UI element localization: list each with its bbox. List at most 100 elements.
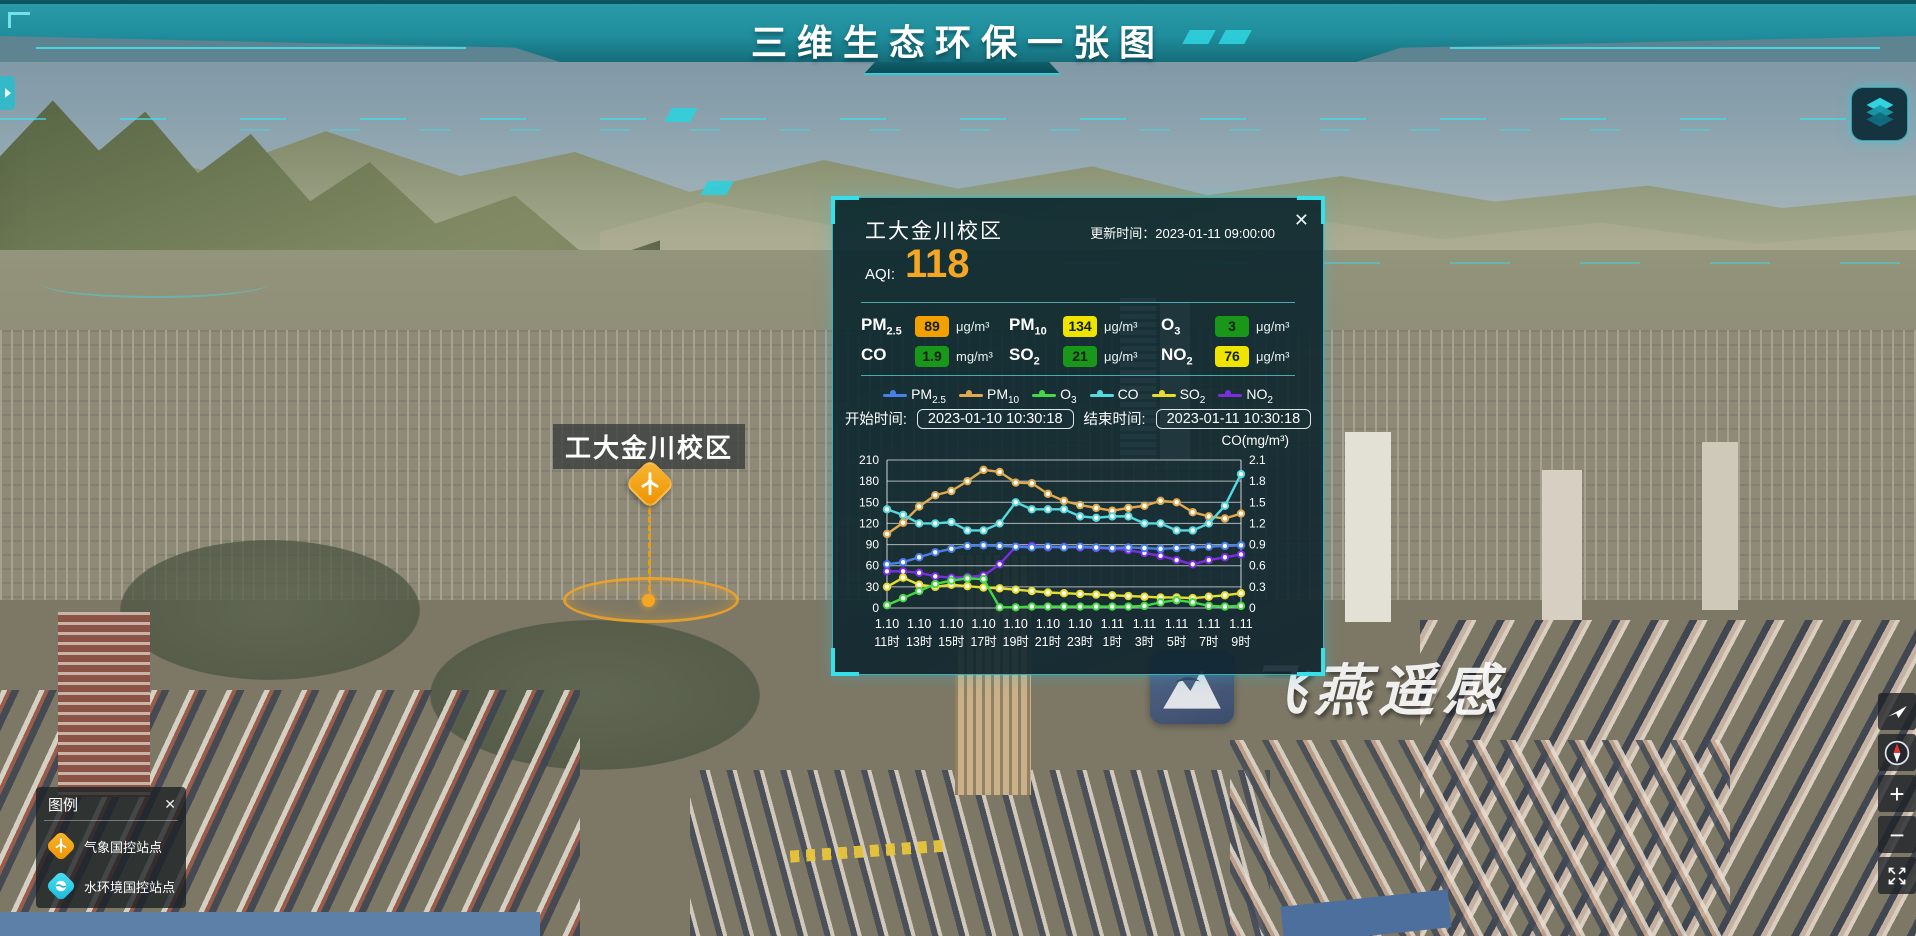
data-point-CO[interactable] [1045,506,1051,512]
data-point-PM2.5[interactable] [916,554,922,560]
data-point-PM2.5[interactable] [1173,545,1179,551]
data-point-SO2[interactable] [1029,588,1035,594]
data-point-PM2.5[interactable] [1061,544,1067,550]
data-point-NO2[interactable] [1238,551,1244,557]
data-point-NO2[interactable] [884,568,890,574]
data-point-O3[interactable] [900,595,906,601]
data-point-O3[interactable] [1222,603,1228,609]
legend-item-water[interactable]: 水环境国控站点 [46,871,186,901]
data-point-O3[interactable] [1125,603,1131,609]
chart-legend-co[interactable]: CO [1090,386,1139,406]
data-point-CO[interactable] [980,527,986,533]
data-point-PM10[interactable] [1173,499,1179,505]
data-point-PM2.5[interactable] [1157,546,1163,552]
data-point-SO2[interactable] [964,583,970,589]
data-point-PM2.5[interactable] [1238,542,1244,548]
data-point-O3[interactable] [1238,603,1244,609]
data-point-SO2[interactable] [1125,593,1131,599]
data-point-NO2[interactable] [932,573,938,579]
data-point-PM10[interactable] [900,520,906,526]
data-point-CO[interactable] [1157,520,1163,526]
data-point-CO[interactable] [916,520,922,526]
data-point-PM10[interactable] [1190,509,1196,515]
data-point-PM2.5[interactable] [1222,543,1228,549]
data-point-PM2.5[interactable] [1045,543,1051,549]
data-point-CO[interactable] [1173,527,1179,533]
data-point-SO2[interactable] [900,574,906,580]
data-point-PM10[interactable] [1222,515,1228,521]
data-point-O3[interactable] [948,577,954,583]
data-point-O3[interactable] [996,604,1002,610]
data-point-CO[interactable] [1125,513,1131,519]
data-point-PM2.5[interactable] [1190,544,1196,550]
chart-legend-pm10[interactable]: PM10 [959,386,1019,406]
chart-legend-so2[interactable]: SO2 [1152,386,1206,406]
data-point-O3[interactable] [1157,599,1163,605]
data-point-PM10[interactable] [1013,479,1019,485]
data-point-SO2[interactable] [1061,590,1067,596]
data-point-NO2[interactable] [1206,557,1212,563]
data-point-PM2.5[interactable] [964,543,970,549]
data-point-PM10[interactable] [980,467,986,473]
air-quality-line-chart[interactable]: 00300.3600.6900.91201.21501.51801.82102.… [841,450,1317,668]
data-point-PM2.5[interactable] [1206,543,1212,549]
data-point-PM2.5[interactable] [1029,544,1035,550]
data-point-PM10[interactable] [1125,505,1131,511]
data-point-NO2[interactable] [1173,557,1179,563]
data-point-PM2.5[interactable] [948,546,954,552]
data-point-CO[interactable] [1013,499,1019,505]
data-point-PM10[interactable] [948,488,954,494]
data-point-CO[interactable] [1141,520,1147,526]
close-icon[interactable]: ✕ [1294,210,1309,231]
data-point-O3[interactable] [884,602,890,608]
data-point-SO2[interactable] [884,584,890,590]
data-point-SO2[interactable] [1013,586,1019,592]
sidebar-expand-tab[interactable] [0,76,15,110]
chart-legend-pm25[interactable]: PM2.5 [883,386,946,406]
data-point-SO2[interactable] [1238,590,1244,596]
fullscreen-button[interactable] [1878,857,1916,894]
data-point-O3[interactable] [916,588,922,594]
data-point-CO[interactable] [1093,515,1099,521]
legend-item-weather[interactable]: 气象国控站点 [46,831,186,861]
data-point-PM2.5[interactable] [1109,545,1115,551]
data-point-CO[interactable] [900,512,906,518]
data-point-CO[interactable] [1029,506,1035,512]
zoom-out-button[interactable]: − [1878,816,1916,853]
data-point-O3[interactable] [1045,603,1051,609]
data-point-O3[interactable] [1173,597,1179,603]
data-point-PM10[interactable] [1045,491,1051,497]
locate-button[interactable] [1878,693,1916,730]
layers-button[interactable] [1851,87,1908,141]
data-point-O3[interactable] [1077,603,1083,609]
data-point-PM10[interactable] [964,478,970,484]
data-point-NO2[interactable] [996,561,1002,567]
chart-legend-o3[interactable]: O3 [1032,386,1076,406]
data-point-NO2[interactable] [1222,554,1228,560]
data-point-PM10[interactable] [1093,505,1099,511]
data-point-PM2.5[interactable] [980,542,986,548]
data-point-PM10[interactable] [932,492,938,498]
data-point-PM10[interactable] [1061,498,1067,504]
data-point-PM10[interactable] [1238,510,1244,516]
start-time-input[interactable]: 2023-01-10 10:30:18 [917,409,1074,429]
data-point-CO[interactable] [1077,513,1083,519]
data-point-SO2[interactable] [1109,592,1115,598]
compass-button[interactable] [1878,734,1916,771]
data-point-SO2[interactable] [1206,594,1212,600]
weather-station-marker-icon[interactable] [628,462,672,506]
data-point-PM2.5[interactable] [996,543,1002,549]
data-point-PM10[interactable] [1029,480,1035,486]
zoom-in-button[interactable]: + [1878,775,1916,812]
data-point-O3[interactable] [1190,599,1196,605]
data-point-CO[interactable] [948,519,954,525]
data-point-CO[interactable] [932,520,938,526]
data-point-SO2[interactable] [1222,592,1228,598]
data-point-SO2[interactable] [1141,594,1147,600]
data-point-CO[interactable] [1061,506,1067,512]
data-point-O3[interactable] [1093,603,1099,609]
data-point-PM10[interactable] [996,469,1002,475]
data-point-PM2.5[interactable] [900,559,906,565]
data-point-O3[interactable] [932,581,938,587]
data-point-SO2[interactable] [1077,591,1083,597]
